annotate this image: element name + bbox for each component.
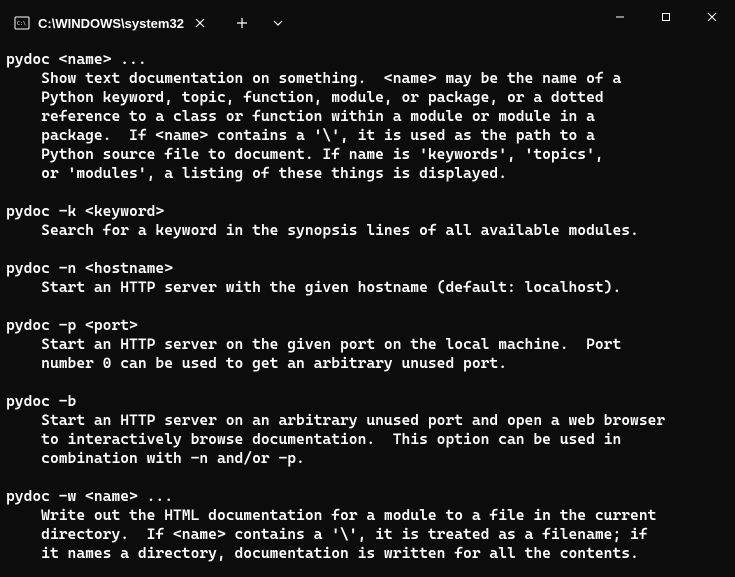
svg-text:C:\: C:\ xyxy=(17,21,26,27)
window-controls xyxy=(597,0,735,34)
titlebar[interactable]: C:\ C:\WINDOWS\system32 xyxy=(0,0,735,40)
terminal-output: pydoc <name> ... Show text documentation… xyxy=(6,50,729,563)
cmd-icon: C:\ xyxy=(14,15,30,31)
maximize-button[interactable] xyxy=(643,0,689,34)
terminal-viewport[interactable]: pydoc <name> ... Show text documentation… xyxy=(0,40,735,577)
tab-actions xyxy=(224,6,296,40)
close-window-button[interactable] xyxy=(689,0,735,34)
tab-close-button[interactable] xyxy=(192,15,208,31)
tab-cmd[interactable]: C:\ C:\WINDOWS\system32 xyxy=(4,6,218,40)
tab-strip: C:\ C:\WINDOWS\system32 xyxy=(0,0,296,40)
new-tab-button[interactable] xyxy=(224,6,260,40)
tab-dropdown-button[interactable] xyxy=(260,6,296,40)
minimize-button[interactable] xyxy=(597,0,643,34)
tab-title: C:\WINDOWS\system32 xyxy=(38,16,184,31)
